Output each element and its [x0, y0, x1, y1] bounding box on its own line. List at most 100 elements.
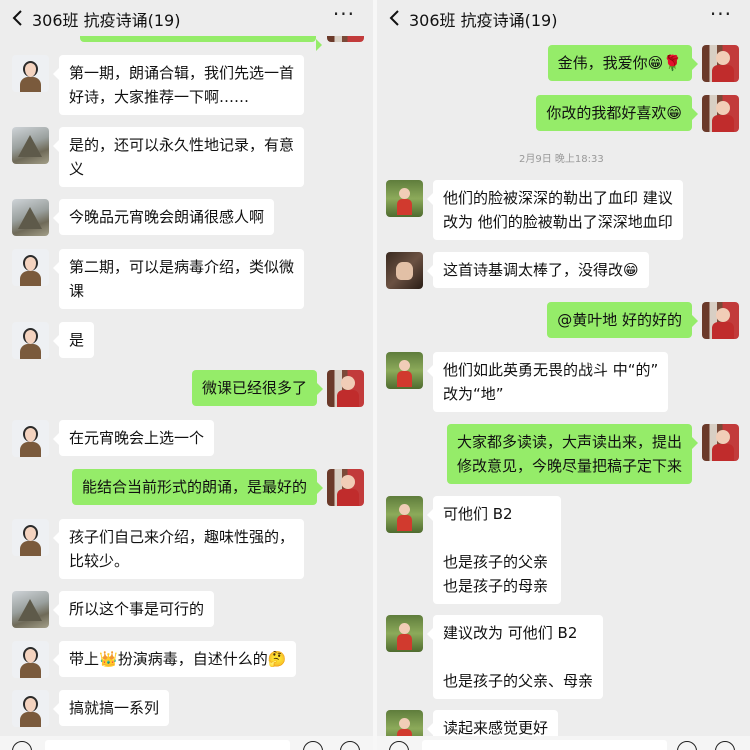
avatar[interactable] — [327, 469, 364, 506]
message-list[interactable]: 金伟，我爱你😁🌹 你改的我都好喜欢😁 2月9日 晚上18:33 他们的脸被深深的… — [377, 0, 750, 747]
message-bubble[interactable]: 金伟，我爱你😁🌹 — [547, 45, 699, 81]
avatar[interactable] — [12, 641, 49, 678]
message-text: 好诗，大家推荐一下啊…… — [69, 88, 250, 106]
message-bubble[interactable]: 他们的脸被深深的勒出了血印 建议 改为 他们的脸被勒出了深深地血印 — [427, 180, 683, 240]
message-text — [443, 526, 551, 550]
avatar[interactable] — [12, 127, 49, 164]
avatar[interactable] — [12, 249, 49, 286]
chat-title: 306班 抗疫诗诵(19) — [409, 11, 558, 30]
grin-emoji-icon: 😁 — [647, 54, 664, 72]
emoji-icon[interactable] — [303, 741, 323, 750]
avatar[interactable] — [327, 370, 364, 407]
message-bubble[interactable]: 孩子们自己来介绍，趣味性强的， 比较少。 — [52, 519, 305, 579]
message-text: 改为“地” — [443, 385, 504, 403]
message-text: 修改意见，今晚尽量把稿子定下来 — [456, 457, 682, 475]
message-text-part: 带上 — [69, 650, 100, 668]
message-text: 比较少。 — [69, 552, 130, 570]
grin-emoji-icon: 😁 — [666, 104, 682, 122]
message-text: 金伟，我爱你😁🌹 — [558, 51, 682, 75]
message-bubble[interactable]: 大家都多读读，大声读出来，提出 修改意见，今晚尽量把稿子定下来 — [446, 424, 699, 484]
message-bubble[interactable]: @黄叶地 好的好的 — [547, 302, 698, 338]
message-bubble[interactable]: 搞就搞一系列 — [52, 690, 170, 726]
avatar[interactable] — [12, 322, 49, 359]
message-bubble[interactable]: 这首诗基调太棒了，没得改😁 — [427, 252, 649, 288]
avatar[interactable] — [12, 519, 49, 556]
message-text: @黄叶地 好的好的 — [557, 311, 682, 329]
message-bubble[interactable]: 第二期，可以是病毒介绍，类似微 课 — [52, 249, 305, 309]
message-bubble[interactable]: 第一期，朗诵合辑，我们先选一首 好诗，大家推荐一下啊…… — [52, 55, 305, 115]
message-text: 改为 他们的脸被勒出了深深地血印 — [443, 213, 673, 231]
message-bubble[interactable]: 他们如此英勇无畏的战斗 中“的” 改为“地” — [426, 352, 669, 412]
avatar[interactable] — [12, 591, 49, 628]
message-text: 是 — [69, 331, 85, 349]
message-text: 他们的脸被深深的勒出了血印 建议 — [443, 189, 673, 207]
message-text: 能结合当前形式的朗诵，是最好的 — [81, 478, 307, 496]
avatar[interactable] — [386, 252, 423, 289]
voice-icon[interactable] — [389, 741, 409, 750]
message-text: 孩子们自己来介绍，趣味性强的， — [69, 528, 295, 546]
message-text: 也是孩子的母亲 — [443, 577, 549, 595]
avatar[interactable] — [386, 496, 423, 533]
avatar[interactable] — [386, 615, 423, 652]
chat-header: 306班 抗疫诗诵(19) ··· — [0, 0, 373, 36]
more-options-icon[interactable]: ··· — [710, 2, 732, 26]
avatar[interactable] — [702, 45, 739, 82]
message-text: 带上👑扮演病毒，自述什么的🤔 — [69, 647, 286, 671]
message-bubble[interactable]: 微课已经很多了 — [191, 370, 324, 406]
message-text-part: 扮演病毒，自述什么的 — [117, 650, 268, 668]
chat-panel-left: 第一期，朗诵合辑，我们先选一首 好诗，大家推荐一下啊…… 是的，还可以永久性地记… — [0, 0, 373, 750]
voice-icon[interactable] — [12, 741, 32, 750]
rose-emoji-icon: 🌹 — [663, 54, 682, 72]
avatar[interactable] — [702, 95, 739, 132]
message-bubble[interactable]: 在元宵晚会上选一个 — [52, 420, 215, 456]
message-bubble[interactable]: 带上👑扮演病毒，自述什么的🤔 — [52, 641, 297, 677]
message-bubble[interactable]: 能结合当前形式的朗诵，是最好的 — [71, 469, 324, 505]
message-bubble[interactable]: 今晚品元宵晚会朗诵很感人啊 — [52, 199, 275, 235]
avatar[interactable] — [12, 199, 49, 236]
chat-header: 306班 抗疫诗诵(19) ··· — [377, 0, 750, 36]
avatar[interactable] — [12, 420, 49, 457]
back-arrow-icon[interactable] — [387, 9, 403, 27]
message-text: 可他们 B2 — [443, 505, 513, 523]
more-options-icon[interactable]: ··· — [333, 2, 355, 26]
message-text: 也是孩子的父亲 — [443, 553, 549, 571]
message-text-part: 这首诗基调太棒了，没得改 — [443, 261, 624, 279]
thinking-emoji-icon: 🤔 — [267, 650, 287, 668]
message-bubble[interactable]: 所以这个事是可行的 — [52, 591, 215, 627]
message-text-part: 金伟，我爱你 — [557, 54, 648, 72]
avatar[interactable] — [12, 690, 49, 727]
chat-title: 306班 抗疫诗诵(19) — [32, 11, 181, 30]
message-text: 这首诗基调太棒了，没得改😁 — [443, 258, 639, 282]
avatar[interactable] — [702, 424, 739, 461]
message-text: 你改的我都好喜欢😁 — [546, 101, 682, 125]
add-icon[interactable] — [715, 741, 735, 750]
input-bar — [377, 736, 750, 750]
message-text: 微课已经很多了 — [201, 379, 307, 397]
message-bubble[interactable]: 建议改为 可他们 B2 也是孩子的父亲、母亲 — [426, 615, 604, 699]
message-text: 所以这个事是可行的 — [69, 600, 205, 618]
message-text: 大家都多读读，大声读出来，提出 — [456, 433, 682, 451]
avatar[interactable] — [386, 180, 423, 217]
message-text: 是的，还可以永久性地记录，有意 — [69, 136, 295, 154]
message-input[interactable] — [422, 740, 667, 750]
message-bubble[interactable]: 是的，还可以永久性地记录，有意 义 — [52, 127, 305, 187]
avatar[interactable] — [386, 352, 423, 389]
message-text: 义 — [69, 160, 85, 178]
message-bubble[interactable]: 是 — [52, 322, 95, 358]
message-bubble[interactable]: 可他们 B2 也是孩子的父亲 也是孩子的母亲 — [427, 496, 561, 604]
message-text: 第一期，朗诵合辑，我们先选一首 — [69, 64, 295, 82]
message-input[interactable] — [45, 740, 290, 750]
message-text: 在元宵晚会上选一个 — [69, 429, 205, 447]
message-list[interactable]: 第一期，朗诵合辑，我们先选一首 好诗，大家推荐一下啊…… 是的，还可以永久性地记… — [0, 0, 373, 740]
emoji-icon[interactable] — [677, 741, 697, 750]
message-bubble[interactable]: 你改的我都好喜欢😁 — [536, 95, 698, 131]
message-text — [443, 645, 593, 669]
back-arrow-icon[interactable] — [10, 9, 26, 27]
avatar[interactable] — [702, 302, 739, 339]
message-text: 他们如此英勇无畏的战斗 中“的” — [443, 361, 659, 379]
message-text: 第二期，可以是病毒介绍，类似微 — [69, 258, 295, 276]
input-bar — [0, 736, 373, 750]
avatar[interactable] — [12, 55, 49, 92]
add-icon[interactable] — [340, 741, 360, 750]
chat-panel-right: 金伟，我爱你😁🌹 你改的我都好喜欢😁 2月9日 晚上18:33 他们的脸被深深的… — [377, 0, 750, 750]
